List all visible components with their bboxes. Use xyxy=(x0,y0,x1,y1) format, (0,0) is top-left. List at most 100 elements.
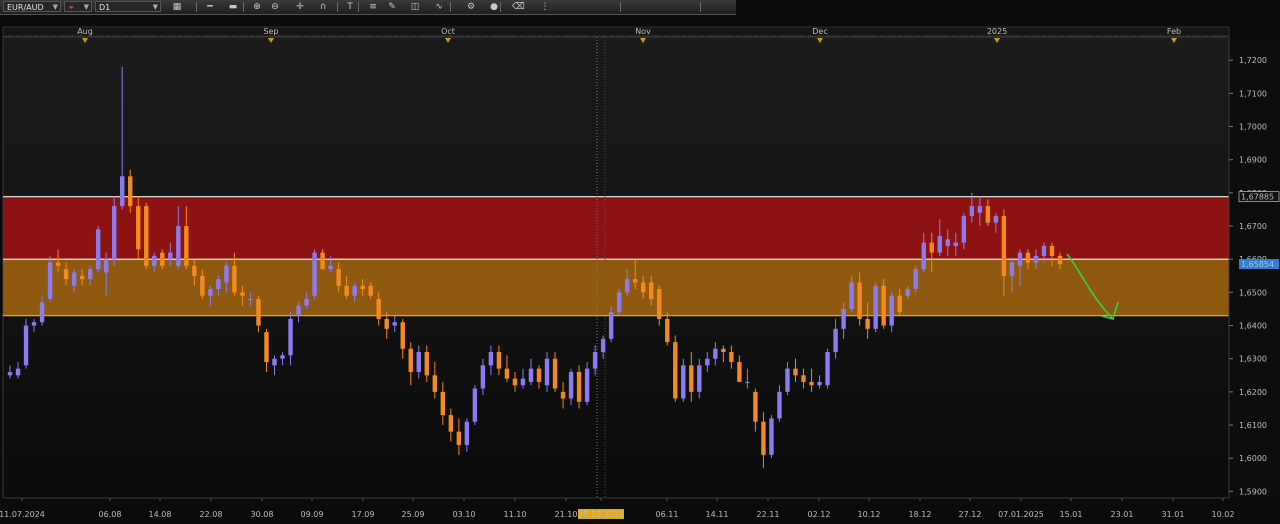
candle-body xyxy=(488,352,494,366)
candle-body xyxy=(993,216,999,223)
candle-body xyxy=(665,318,670,343)
price-tick-label: 1,6500 xyxy=(1239,288,1267,297)
candle-body xyxy=(624,279,630,293)
candle-body xyxy=(641,282,646,293)
candle-body xyxy=(536,368,542,382)
date-axis xyxy=(0,498,1280,524)
candle-body xyxy=(1001,216,1007,276)
candle-body xyxy=(328,265,333,270)
candle-body xyxy=(584,368,590,402)
candle-body xyxy=(913,269,918,290)
highlight-date-label: 25.10.2024 xyxy=(578,510,624,519)
date-label: 06.11 xyxy=(656,510,679,519)
candle-body xyxy=(63,269,69,280)
month-label: Aug xyxy=(77,27,93,36)
candle-body xyxy=(160,252,165,266)
current-price-label: 1,65854 xyxy=(1241,260,1274,269)
candle-body xyxy=(216,279,221,290)
candle-body xyxy=(528,368,534,382)
candle-body xyxy=(111,206,117,260)
date-label: 17.09 xyxy=(352,510,375,519)
month-strip xyxy=(2,26,1230,37)
candle-body xyxy=(79,275,85,280)
candle-body xyxy=(416,352,421,372)
date-label: 14.08 xyxy=(149,510,172,519)
price-tick-label: 1,6300 xyxy=(1239,355,1267,364)
zone-price-label: 1,67885 xyxy=(1241,193,1274,202)
candle-body xyxy=(921,242,926,270)
candle-body xyxy=(136,206,141,250)
candle-body xyxy=(176,226,181,266)
candle-body xyxy=(560,391,566,399)
candle-body xyxy=(929,242,934,253)
price-chart[interactable]: Aug Sep Oct Nov Dec 2025 Feb 1,7200 1,7100 1,7000… xyxy=(0,0,1280,524)
candle-body xyxy=(448,415,454,432)
candle-body xyxy=(336,269,341,286)
candle-body xyxy=(23,325,29,366)
candle-body xyxy=(793,368,798,376)
date-label: 27.12 xyxy=(959,510,982,519)
candle-body xyxy=(392,322,397,326)
candle-body xyxy=(1033,255,1039,263)
candle-body xyxy=(304,299,309,306)
candle-body xyxy=(208,289,213,296)
candle-body xyxy=(520,378,526,386)
candle-body xyxy=(873,285,878,329)
candle-body xyxy=(881,285,886,326)
candle-body xyxy=(713,348,718,359)
candle-body xyxy=(55,262,61,266)
candle-body xyxy=(777,391,782,419)
date-label: 09.09 xyxy=(301,510,324,519)
candle-body xyxy=(352,285,357,296)
price-tick-label: 1,6900 xyxy=(1239,156,1267,165)
month-label: Sep xyxy=(263,27,278,36)
candle-body xyxy=(969,206,975,217)
candle-body xyxy=(344,285,349,296)
candle-body xyxy=(384,318,389,329)
date-label: 25.09 xyxy=(402,510,425,519)
candle-body xyxy=(705,358,710,366)
candle-body xyxy=(801,375,806,382)
candle-body xyxy=(721,348,726,353)
date-label: 22.08 xyxy=(200,510,223,519)
date-label: 15.01 xyxy=(1060,510,1083,519)
support-zone xyxy=(3,259,1229,316)
candle-body xyxy=(953,242,959,246)
candle-body xyxy=(320,252,325,270)
candle-body xyxy=(745,381,750,383)
price-tick-label: 1,6100 xyxy=(1239,421,1267,430)
candle-body xyxy=(120,176,125,207)
month-label: Dec xyxy=(812,27,827,36)
candle-body xyxy=(39,302,45,323)
candle-body xyxy=(424,352,429,376)
price-tick-label: 1,6400 xyxy=(1239,322,1267,331)
month-label: 2025 xyxy=(987,27,1007,36)
candle-body xyxy=(865,318,870,329)
candle-body xyxy=(544,358,550,386)
price-tick-label: 1,6200 xyxy=(1239,388,1267,397)
candle-body xyxy=(128,176,133,207)
candle-body xyxy=(7,371,13,376)
candle-body xyxy=(833,328,838,353)
candle-body xyxy=(889,295,894,326)
candle-body xyxy=(1017,252,1023,266)
date-label: 30.08 xyxy=(251,510,274,519)
candle-body xyxy=(737,362,742,382)
candle-body xyxy=(472,388,478,422)
date-label: 14.11 xyxy=(706,510,729,519)
candle-body xyxy=(1009,262,1015,276)
candle-body xyxy=(504,368,510,379)
price-tick-label: 1,6000 xyxy=(1239,454,1267,463)
candle-body xyxy=(296,305,301,316)
candle-body xyxy=(103,259,109,273)
candle-body xyxy=(456,431,462,445)
candle-body xyxy=(224,265,229,283)
candle-body xyxy=(360,285,365,290)
candle-body xyxy=(288,318,293,356)
candle-body xyxy=(825,352,830,386)
candle-body xyxy=(753,391,758,422)
candle-body xyxy=(440,391,446,416)
candle-body xyxy=(184,226,189,266)
candle-body xyxy=(817,381,822,386)
candle-body xyxy=(616,292,622,313)
